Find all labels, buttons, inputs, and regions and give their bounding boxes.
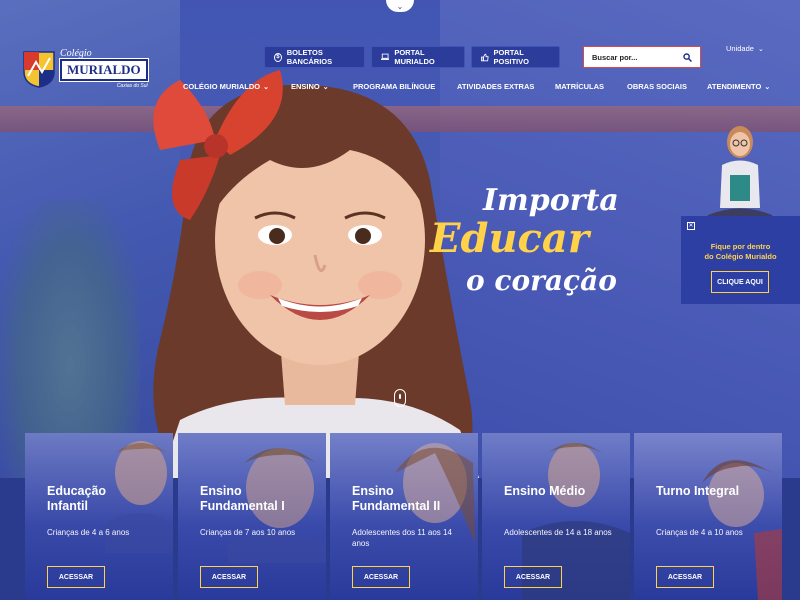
boletos-button[interactable]: $ BOLETOS BANCÁRIOS <box>264 46 365 68</box>
nav-label: OBRAS SOCIAIS <box>627 82 688 91</box>
card-access-button[interactable]: ACESSAR <box>504 566 562 588</box>
nav-item-obras-sociais[interactable]: OBRAS SOCIAIS <box>627 82 707 91</box>
card-ensino-medio[interactable]: Ensino Médio Adolescentes de 14 a 18 ano… <box>482 433 630 600</box>
card-fundamental-1[interactable]: Ensino Fundamental I Crianças de 7 aos 10… <box>178 433 326 600</box>
card-title-line2: Fundamental II <box>352 499 441 513</box>
chevron-down-icon: ⌄ <box>764 83 771 91</box>
portal-murialdo-label: PORTAL MURIALDO <box>394 48 435 66</box>
headline-line1: Importa <box>482 183 619 218</box>
promo-text-line2: do Colégio Murialdo <box>704 251 777 261</box>
headline-line2: Educar <box>429 215 592 262</box>
unit-selector[interactable]: Unidade ⌄ <box>726 44 764 53</box>
card-description: Crianças de 7 aos 10 anos <box>200 528 296 537</box>
laptop-icon <box>381 53 390 60</box>
nav-label: COLÉGIO MURIALDO <box>183 82 261 91</box>
nav-item-matriculas[interactable]: MATRÍCULAS <box>555 82 627 91</box>
hero-headline: Importa Educar o coração <box>429 183 619 297</box>
chevron-down-icon: ⌄ <box>757 45 764 53</box>
card-access-button[interactable]: ACESSAR <box>656 566 714 588</box>
card-turno-integral[interactable]: Turno Integral Crianças de 4 a 10 anos A… <box>634 433 782 600</box>
main-nav: COLÉGIO MURIALDO ⌄ ENSINO ⌄ PROGRAMA BILÍN… <box>183 82 770 91</box>
portal-murialdo-button[interactable]: PORTAL MURIALDO <box>371 46 465 68</box>
card-access-button[interactable]: ACESSAR <box>200 566 258 588</box>
card-access-button[interactable]: ACESSAR <box>47 566 105 588</box>
card-description: Crianças de 4 a 10 anos <box>656 528 743 537</box>
nav-item-bilingue[interactable]: PROGRAMA BILÍNGUE <box>353 82 457 91</box>
headline-line3: o coração <box>466 264 617 297</box>
thumbs-up-icon <box>481 53 489 61</box>
card-title: Turno Integral <box>656 484 739 499</box>
nav-label: PROGRAMA BILÍNGUE <box>353 82 436 91</box>
card-fundamental-2[interactable]: Ensino Fundamental II Adolescentes dos 11… <box>330 433 478 600</box>
card-educacao-infantil[interactable]: Educação Infantil Crianças de 4 a 6 anos … <box>25 433 173 600</box>
nav-item-ensino[interactable]: ENSINO ⌄ <box>291 82 353 91</box>
card-title: Ensino Fundamental I <box>200 484 285 514</box>
nav-item-atendimento[interactable]: ATENDIMENTO ⌄ <box>707 82 770 91</box>
card-title-line1: Ensino <box>352 484 394 498</box>
hero-banner: ⌄ Colégio MURIALDO Caxias do Sul $ BOLET… <box>0 0 800 478</box>
promo-text-line1: Fique por dentro <box>710 242 771 251</box>
promo-button[interactable]: CLIQUE AQUI <box>711 271 769 293</box>
portal-positivo-button[interactable]: PORTAL POSITIVO <box>471 46 560 68</box>
chevron-down-icon: ⌄ <box>322 83 329 91</box>
card-description: Adolescentes dos 11 aos 14 anos <box>352 528 452 548</box>
logo-small-text: Colégio <box>60 48 92 59</box>
chevron-down-icon: ⌄ <box>263 83 269 91</box>
search-icon[interactable] <box>683 52 692 62</box>
card-title: Ensino Fundamental II <box>352 484 440 514</box>
promo-card: ✕ Fique por dentro do Colégio Murialdo C… <box>681 216 800 304</box>
unit-label: Unidade <box>726 44 754 53</box>
promo-text: Fique por dentro do Colégio Murialdo <box>681 242 800 262</box>
search-input[interactable] <box>592 52 672 62</box>
scroll-mouse-icon <box>394 389 406 407</box>
card-title-line1: Ensino Médio <box>504 484 586 498</box>
card-access-button[interactable]: ACESSAR <box>352 566 410 588</box>
portal-positivo-label: PORTAL POSITIVO <box>493 48 529 66</box>
logo-sub-text: Caxias do Sul <box>116 83 148 89</box>
close-icon[interactable]: ✕ <box>687 222 695 230</box>
card-title-line1: Turno Integral <box>656 484 740 498</box>
nav-label: ENSINO <box>291 82 320 91</box>
nav-item-atividades[interactable]: ATIVIDADES EXTRAS <box>457 82 555 91</box>
nav-item-colegio[interactable]: COLÉGIO MURIALDO ⌄ <box>183 82 291 91</box>
card-title: Ensino Médio <box>504 484 585 499</box>
nav-label: ATENDIMENTO <box>707 82 762 91</box>
nav-label: MATRÍCULAS <box>555 82 605 91</box>
card-title: Educação Infantil <box>47 484 106 514</box>
logo-big-text: MURIALDO <box>59 58 149 82</box>
card-description: Crianças de 4 a 6 anos <box>47 528 130 537</box>
card-title-line1: Educação <box>47 484 107 498</box>
card-title-line2: Fundamental I <box>200 499 285 513</box>
boletos-label: BOLETOS BANCÁRIOS <box>286 48 333 66</box>
card-title-line1: Ensino <box>200 484 242 498</box>
shield-crest-icon <box>23 50 55 88</box>
card-description: Adolescentes de 14 a 18 anos <box>504 528 612 537</box>
search-box[interactable] <box>583 46 701 68</box>
school-logo[interactable]: Colégio MURIALDO Caxias do Sul <box>22 48 149 89</box>
card-title-line2: Infantil <box>47 499 88 513</box>
nav-label: ATIVIDADES EXTRAS <box>457 82 535 91</box>
dollar-circle-icon: $ <box>274 52 282 62</box>
